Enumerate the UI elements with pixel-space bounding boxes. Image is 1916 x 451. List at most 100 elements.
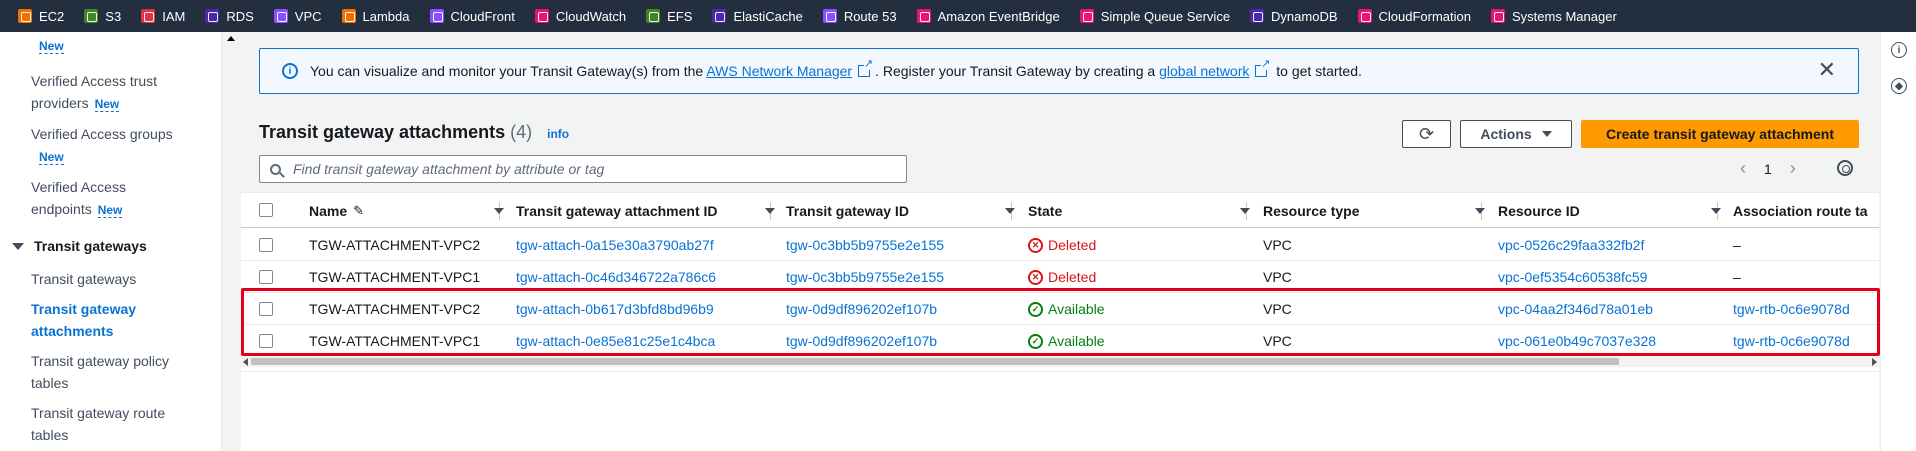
cell-association-route-table-text[interactable]: tgw-rtb-0c6e9078d <box>1733 301 1850 317</box>
service-shortcut-route-53[interactable]: Route 53 <box>822 9 897 24</box>
sidebar-scroll-up-icon[interactable] <box>227 36 235 41</box>
column-header-association-route-table[interactable]: Association route ta <box>1733 193 1868 228</box>
table-row[interactable]: TGW-ATTACHMENT-VPC2 tgw-attach-0a15e30a37… <box>241 229 1879 261</box>
cell-attachment-id-text[interactable]: tgw-attach-0a15e30a3790ab27f <box>516 237 714 253</box>
select-all-checkbox[interactable] <box>259 203 273 217</box>
scroll-left-icon[interactable] <box>243 358 248 366</box>
cell-tgw-id[interactable]: tgw-0d9df896202ef107b <box>786 293 937 325</box>
service-shortcut-elasticache[interactable]: ElastiCache <box>712 9 803 24</box>
chevron-right-icon[interactable]: › <box>1790 158 1796 179</box>
column-header-resource-type[interactable]: Resource type <box>1263 193 1359 228</box>
eventbridge-icon <box>916 9 931 23</box>
cell-attachment-id[interactable]: tgw-attach-0a15e30a3790ab27f <box>516 229 714 261</box>
cell-resource-id[interactable]: vpc-04aa2f346d78a01eb <box>1498 293 1653 325</box>
row-checkbox[interactable] <box>259 238 273 252</box>
row-checkbox[interactable] <box>259 334 273 348</box>
cell-name: TGW-ATTACHMENT-VPC2 <box>309 229 480 261</box>
cloudformation-icon <box>1357 9 1372 23</box>
cell-resource-id[interactable]: vpc-0526c29faa332fb2f <box>1498 229 1644 261</box>
actions-button[interactable]: Actions <box>1460 120 1572 148</box>
cell-attachment-id[interactable]: tgw-attach-0b617d3bfd8bd96b9 <box>516 293 714 325</box>
sidebar-item-verified-access-groups[interactable]: Verified Access groups New <box>31 123 181 168</box>
cell-attachment-id-text[interactable]: tgw-attach-0b617d3bfd8bd96b9 <box>516 301 714 317</box>
cell-resource-id-text[interactable]: vpc-0ef5354c60538fc59 <box>1498 269 1647 285</box>
refresh-button[interactable]: ⟳ <box>1402 120 1451 148</box>
close-icon[interactable]: ✕ <box>1818 59 1836 81</box>
chevron-left-icon[interactable]: ‹ <box>1740 158 1746 179</box>
service-shortcut-simple-queue-service[interactable]: Simple Queue Service <box>1079 9 1230 24</box>
status-deleted-icon: ✕ <box>1028 237 1043 253</box>
column-header-attachment-id[interactable]: Transit gateway attachment ID <box>516 193 718 228</box>
column-header-tgw-id[interactable]: Transit gateway ID <box>786 193 909 228</box>
search-input[interactable] <box>293 161 893 177</box>
info-link[interactable]: info <box>547 127 569 141</box>
cell-tgw-id[interactable]: tgw-0d9df896202ef107b <box>786 325 937 357</box>
service-shortcut-rds[interactable]: RDS <box>205 9 254 24</box>
aws-network-manager-link[interactable]: AWS Network Manager <box>706 63 852 79</box>
cell-association-route-table-text[interactable]: tgw-rtb-0c6e9078d <box>1733 333 1850 349</box>
sidebar-item-transit-gateways[interactable]: Transit gateways <box>31 268 181 290</box>
service-shortcut-iam[interactable]: IAM <box>141 9 185 24</box>
sidebar-item-transit-gateway-policy-tables[interactable]: Transit gateway policy tables <box>31 350 181 394</box>
search-field[interactable] <box>259 155 907 183</box>
efs-icon <box>646 9 661 23</box>
scrollbar-thumb[interactable] <box>251 358 1619 365</box>
sidebar-item-transit-gateway-attachments[interactable]: Transit gateway attachments <box>31 298 181 342</box>
external-link-icon <box>858 59 874 77</box>
cell-tgw-id-text[interactable]: tgw-0d9df896202ef107b <box>786 333 937 349</box>
service-shortcut-vpc[interactable]: VPC <box>273 9 322 24</box>
cell-tgw-id-text[interactable]: tgw-0c3bb5b9755e2e155 <box>786 269 944 285</box>
current-page[interactable]: 1 <box>1764 161 1772 177</box>
sidebar-item-verified-access-trust-providers[interactable]: Verified Access trust providers New <box>31 70 181 115</box>
cell-attachment-id-text[interactable]: tgw-attach-0e85e81c25e1c4bca <box>516 333 715 349</box>
global-network-link[interactable]: global network <box>1159 63 1249 79</box>
service-shortcut-ec2[interactable]: EC2 <box>18 9 64 24</box>
cell-attachment-id-text[interactable]: tgw-attach-0c46d346722a786c6 <box>516 269 716 285</box>
row-checkbox[interactable] <box>259 270 273 284</box>
create-transit-gateway-attachment-button[interactable]: Create transit gateway attachment <box>1581 120 1859 148</box>
scroll-right-icon[interactable] <box>1872 358 1877 366</box>
cell-name-text: TGW-ATTACHMENT-VPC2 <box>309 237 481 253</box>
service-shortcut-cloudformation[interactable]: CloudFormation <box>1357 9 1471 24</box>
vpc-icon <box>273 9 288 23</box>
cell-resource-id-text[interactable]: vpc-0526c29faa332fb2f <box>1498 237 1644 253</box>
cell-name: TGW-ATTACHMENT-VPC1 <box>309 261 480 293</box>
service-shortcut-amazon-eventbridge[interactable]: Amazon EventBridge <box>916 9 1060 24</box>
sidebar-section-transit-gateways[interactable]: Transit gateways <box>12 238 147 254</box>
service-shortcut-lambda[interactable]: Lambda <box>341 9 410 24</box>
cell-tgw-id-text[interactable]: tgw-0d9df896202ef107b <box>786 301 937 317</box>
cell-resource-id[interactable]: vpc-061e0b49c7037e328 <box>1498 325 1656 357</box>
column-header-name[interactable]: Name ✎ <box>309 193 364 228</box>
table-row[interactable]: TGW-ATTACHMENT-VPC2 tgw-attach-0b617d3bfd… <box>241 293 1879 325</box>
column-header-state[interactable]: State <box>1028 193 1062 228</box>
cell-tgw-id[interactable]: tgw-0c3bb5b9755e2e155 <box>786 261 944 293</box>
cell-resource-id-text[interactable]: vpc-04aa2f346d78a01eb <box>1498 301 1653 317</box>
cell-resource-id-text[interactable]: vpc-061e0b49c7037e328 <box>1498 333 1656 349</box>
service-shortcut-s3[interactable]: S3 <box>84 9 121 24</box>
ec2-icon <box>18 9 32 23</box>
gear-icon[interactable] <box>1837 160 1853 176</box>
row-checkbox[interactable] <box>259 302 273 316</box>
sidebar-item-transit-gateway-route-tables[interactable]: Transit gateway route tables <box>31 402 181 446</box>
sidebar-item-verified-access-endpoints[interactable]: Verified Access endpoints New <box>31 176 181 221</box>
cell-attachment-id[interactable]: tgw-attach-0e85e81c25e1c4bca <box>516 325 715 357</box>
service-shortcut-efs[interactable]: EFS <box>646 9 692 24</box>
service-shortcut-cloudfront[interactable]: CloudFront <box>429 9 515 24</box>
horizontal-scrollbar[interactable] <box>241 356 1879 367</box>
table-row[interactable]: TGW-ATTACHMENT-VPC1 tgw-attach-0e85e81c25… <box>241 325 1879 357</box>
cell-tgw-id-text[interactable]: tgw-0c3bb5b9755e2e155 <box>786 237 944 253</box>
rds-icon <box>205 9 220 23</box>
service-shortcut-systems-manager[interactable]: Systems Manager <box>1491 9 1617 24</box>
info-panel-icon[interactable]: i <box>1891 42 1907 58</box>
cell-association-route-table[interactable]: tgw-rtb-0c6e9078d <box>1733 293 1850 325</box>
status-available-icon: ✓ <box>1028 301 1043 317</box>
settings-panel-icon[interactable]: ◆ <box>1891 78 1907 94</box>
cell-tgw-id[interactable]: tgw-0c3bb5b9755e2e155 <box>786 229 944 261</box>
service-shortcut-cloudwatch[interactable]: CloudWatch <box>534 9 626 24</box>
column-header-resource-id[interactable]: Resource ID <box>1498 193 1580 228</box>
table-row[interactable]: TGW-ATTACHMENT-VPC1 tgw-attach-0c46d34672… <box>241 261 1879 293</box>
cell-association-route-table[interactable]: tgw-rtb-0c6e9078d <box>1733 325 1850 357</box>
cell-attachment-id[interactable]: tgw-attach-0c46d346722a786c6 <box>516 261 716 293</box>
cell-resource-id[interactable]: vpc-0ef5354c60538fc59 <box>1498 261 1647 293</box>
service-shortcut-dynamodb[interactable]: DynamoDB <box>1250 9 1338 24</box>
